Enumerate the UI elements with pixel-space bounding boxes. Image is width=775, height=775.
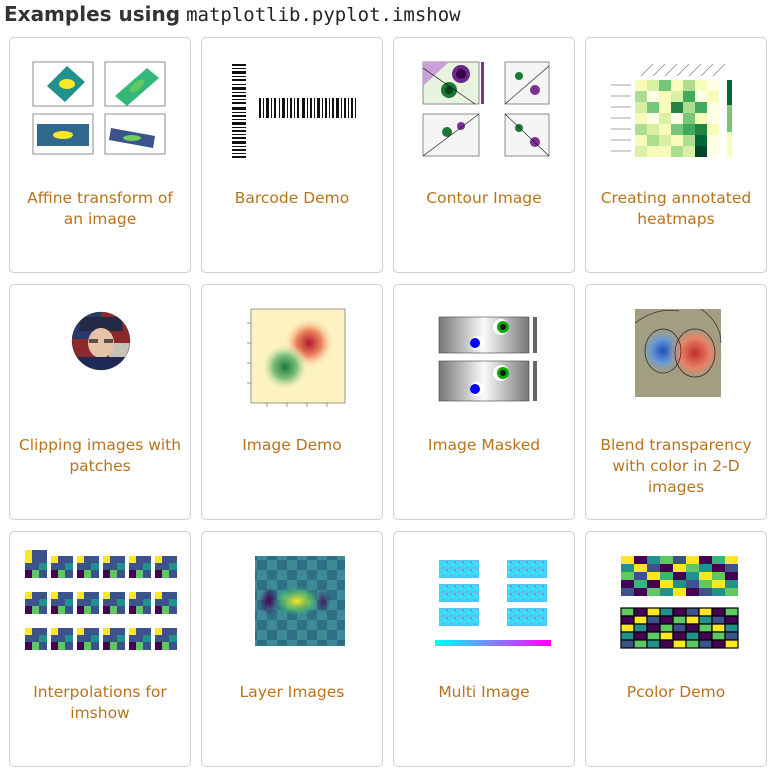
example-card-contour-image[interactable]: Contour Image — [393, 37, 575, 273]
blend-transparency-title[interactable]: Blend transparency with color in 2-D ima… — [592, 435, 760, 498]
multi-image-title[interactable]: Multi Image — [400, 682, 568, 703]
interpolations-title[interactable]: Interpolations for imshow — [16, 682, 184, 724]
barcode-demo-thumbnail — [217, 56, 369, 166]
affine-transform-thumbnail — [25, 56, 177, 166]
example-card-annotated-heatmaps[interactable]: Creating annotated heatmaps — [585, 37, 767, 273]
barcode-demo-title[interactable]: Barcode Demo — [208, 188, 376, 209]
example-card-layer-images[interactable]: Layer Images — [201, 531, 383, 767]
image-demo-thumbnail — [217, 303, 369, 413]
contour-image-thumbnail — [409, 56, 561, 166]
example-card-interpolations[interactable]: Interpolations for imshow — [9, 531, 191, 767]
pcolor-demo-thumbnail — [601, 550, 753, 660]
example-card-pcolor-demo[interactable]: Pcolor Demo — [585, 531, 767, 767]
image-masked-thumbnail — [409, 303, 561, 413]
example-card-blend-transparency[interactable]: Blend transparency with color in 2-D ima… — [585, 284, 767, 520]
pcolor-demo-title[interactable]: Pcolor Demo — [592, 682, 760, 703]
multi-image-thumbnail — [409, 550, 561, 660]
affine-transform-title[interactable]: Affine transform of an image — [16, 188, 184, 230]
example-card-multi-image[interactable]: Multi Image — [393, 531, 575, 767]
interpolations-thumbnail — [25, 550, 177, 660]
blend-transparency-thumbnail — [601, 303, 753, 413]
annotated-heatmaps-title[interactable]: Creating annotated heatmaps — [592, 188, 760, 230]
page-heading-code: matplotlib.pyplot.imshow — [186, 4, 461, 26]
example-card-affine-transform[interactable]: Affine transform of an image — [9, 37, 191, 273]
example-card-image-demo[interactable]: Image Demo — [201, 284, 383, 520]
contour-image-title[interactable]: Contour Image — [400, 188, 568, 209]
example-card-clipping-images[interactable]: Clipping images with patches — [9, 284, 191, 520]
page-heading: Examples using matplotlib.pyplot.imshow — [4, 2, 461, 32]
example-card-image-masked[interactable]: Image Masked — [393, 284, 575, 520]
clipping-images-thumbnail — [25, 303, 177, 413]
example-card-barcode-demo[interactable]: Barcode Demo — [201, 37, 383, 273]
annotated-heatmaps-thumbnail — [601, 56, 753, 166]
layer-images-title[interactable]: Layer Images — [208, 682, 376, 703]
page-heading-text: Examples using — [4, 2, 181, 26]
clipping-images-title[interactable]: Clipping images with patches — [16, 435, 184, 477]
layer-images-thumbnail — [217, 550, 369, 660]
image-masked-title[interactable]: Image Masked — [400, 435, 568, 456]
image-demo-title[interactable]: Image Demo — [208, 435, 376, 456]
examples-gallery: Affine transform of an image Barcode Dem… — [9, 37, 767, 767]
